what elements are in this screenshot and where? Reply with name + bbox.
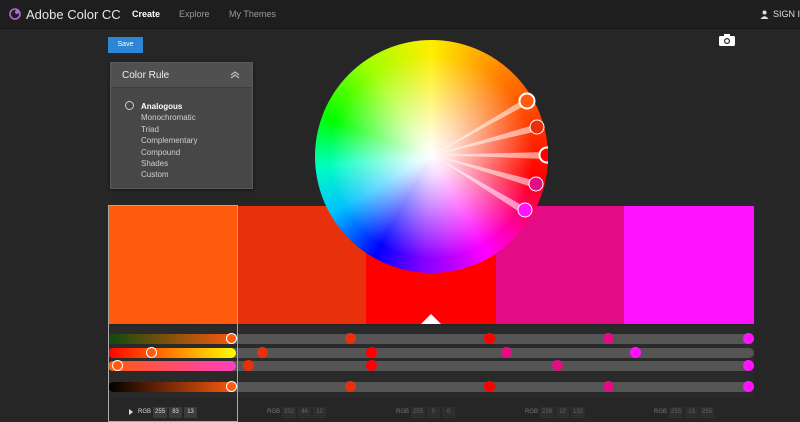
user-icon — [760, 10, 769, 19]
rgb-values-2: RGB 232 44 12 — [267, 402, 327, 422]
sign-in-link[interactable]: SIGN I — [760, 9, 800, 19]
swatch-1[interactable] — [108, 206, 238, 324]
slider-knob[interactable] — [226, 381, 237, 392]
color-rule-header[interactable]: Color Rule — [111, 63, 252, 88]
slider-knob[interactable] — [743, 381, 754, 392]
rgb-values-4: RGB 228 12 132 — [525, 402, 586, 422]
adobe-color-logo-icon[interactable] — [8, 7, 22, 21]
rule-option-compound[interactable]: Compound — [141, 147, 197, 158]
rgb-b-input[interactable]: 255 — [700, 406, 715, 418]
slider-knob[interactable] — [743, 360, 754, 371]
rgb-r-input[interactable]: 255 — [411, 406, 426, 418]
rgb-r-input[interactable]: 255 — [153, 406, 168, 418]
rule-option-complementary[interactable]: Complementary — [141, 135, 197, 146]
rgb-label: RGB — [525, 409, 539, 415]
harmony-handle-3[interactable] — [538, 146, 549, 164]
slider-knob[interactable] — [146, 347, 157, 358]
slider-knob[interactable] — [743, 333, 754, 344]
rgb-label: RGB — [654, 409, 668, 415]
rgb-label: RGB — [138, 409, 152, 415]
harmony-handle-4[interactable] — [528, 176, 544, 192]
harmony-markers — [433, 92, 549, 218]
rgb-g-input[interactable]: 0 — [427, 406, 441, 418]
rule-option-triad[interactable]: Triad — [141, 124, 197, 135]
rgb-r-input[interactable]: 255 — [669, 406, 684, 418]
slider-knob[interactable] — [257, 347, 268, 358]
rgb-r-input[interactable]: 232 — [282, 406, 297, 418]
slider-knob[interactable] — [345, 381, 356, 392]
slider-knob[interactable] — [366, 347, 377, 358]
nav-explore[interactable]: Explore — [179, 9, 210, 19]
rule-radio-analogous[interactable] — [125, 101, 134, 110]
rgb-values-5: RGB 255 13 255 — [654, 402, 715, 422]
harmony-handle-1[interactable] — [518, 92, 536, 110]
chevron-up-icon[interactable] — [230, 70, 240, 80]
slider-knob[interactable] — [552, 360, 563, 371]
harmony-handle-2[interactable] — [529, 119, 545, 135]
rgb-r-input[interactable]: 228 — [540, 406, 555, 418]
slider-knob[interactable] — [484, 381, 495, 392]
rgb-b-input[interactable]: 132 — [571, 406, 586, 418]
rgb-label: RGB — [267, 409, 281, 415]
rgb-g-input[interactable]: 12 — [556, 406, 570, 418]
rgb-g-input[interactable]: 13 — [685, 406, 699, 418]
rgb-label: RGB — [396, 409, 410, 415]
rule-option-analogous[interactable]: Analogous — [141, 101, 197, 112]
save-button[interactable]: Save — [108, 37, 143, 53]
rule-option-shades[interactable]: Shades — [141, 158, 197, 169]
slider-fill-2 — [108, 348, 236, 358]
slider-knob[interactable] — [501, 347, 512, 358]
rgb-g-input[interactable]: 83 — [169, 406, 183, 418]
rgb-b-input[interactable]: 12 — [313, 406, 327, 418]
slider-knob[interactable] — [112, 360, 123, 371]
slider-knob[interactable] — [243, 360, 254, 371]
rgb-values-1: RGB 255 83 13 — [128, 402, 198, 422]
slider-fill-4 — [108, 382, 236, 392]
slider-knob[interactable] — [630, 347, 641, 358]
rule-option-custom[interactable]: Custom — [141, 169, 197, 180]
swatch-5[interactable] — [624, 206, 754, 324]
caret-right-icon[interactable] — [128, 409, 134, 415]
nav-my-themes[interactable]: My Themes — [229, 9, 276, 19]
nav-create[interactable]: Create — [132, 9, 160, 19]
slider-knob[interactable] — [366, 360, 377, 371]
top-bar: Adobe Color CC Create Explore My Themes … — [0, 0, 800, 29]
rgb-values-3: RGB 255 0 0 — [396, 402, 456, 422]
sign-in-label: SIGN I — [772, 9, 800, 19]
rgb-g-input[interactable]: 44 — [298, 406, 312, 418]
harmony-handle-5[interactable] — [517, 202, 533, 218]
slider-knob[interactable] — [603, 333, 614, 344]
rule-option-monochromatic[interactable]: Monochromatic — [141, 112, 197, 123]
app-title[interactable]: Adobe Color CC — [26, 7, 121, 22]
harmony-rays — [433, 98, 547, 213]
color-rule-title: Color Rule — [122, 70, 170, 81]
slider-fill-1 — [108, 334, 236, 344]
slider-knob[interactable] — [345, 333, 356, 344]
color-sliders — [108, 326, 754, 398]
color-rule-panel: Color Rule Analogous Monochromatic Triad… — [110, 62, 253, 189]
base-color-indicator — [421, 314, 441, 324]
slider-fill-3 — [108, 361, 236, 371]
slider-knob[interactable] — [226, 333, 237, 344]
rgb-b-input[interactable]: 0 — [442, 406, 456, 418]
color-rule-list: Analogous Monochromatic Triad Complement… — [141, 101, 197, 181]
slider-knob[interactable] — [484, 333, 495, 344]
rgb-b-input[interactable]: 13 — [184, 406, 198, 418]
slider-knob[interactable] — [603, 381, 614, 392]
camera-icon[interactable] — [719, 34, 735, 46]
